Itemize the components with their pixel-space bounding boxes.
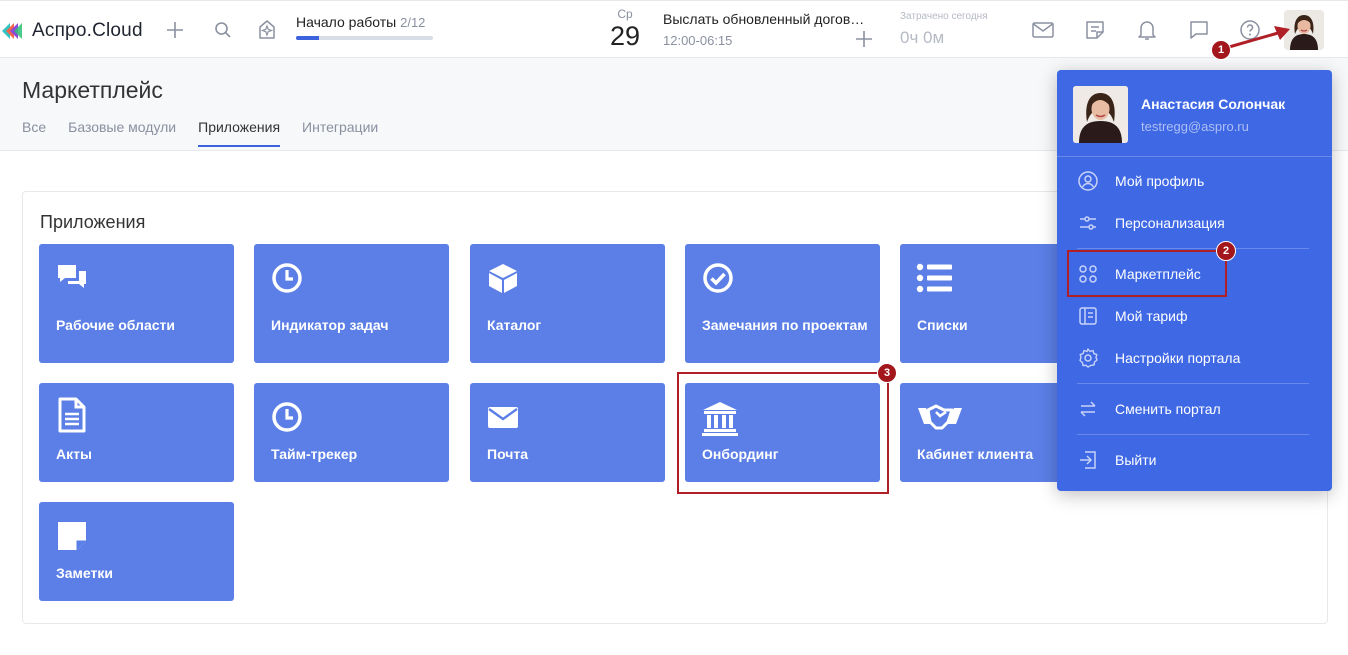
onboarding-progress [296, 36, 433, 40]
add-task-icon[interactable] [855, 29, 873, 53]
annotation-highlight-onboarding [677, 372, 889, 494]
logo-text: Аспро.Cloud [32, 20, 143, 41]
onboarding-progress-fill [296, 36, 320, 40]
clock-icon [270, 400, 304, 434]
menu-item-personalization[interactable]: Персонализация [1077, 210, 1317, 236]
logout-icon [1077, 449, 1099, 471]
tile-notes[interactable]: Заметки [39, 502, 234, 601]
tab-all[interactable]: Все [22, 119, 46, 147]
date-day: 29 [609, 21, 641, 51]
tile-label: Заметки [56, 565, 113, 581]
menu-item-switch-portal[interactable]: Сменить портал [1077, 396, 1317, 422]
dropdown-user-email: testregg@aspro.ru [1141, 119, 1249, 134]
onboarding-sparkle-icon[interactable] [254, 17, 280, 43]
add-icon[interactable] [162, 17, 188, 43]
dropdown-avatar [1073, 86, 1128, 143]
tab-applications[interactable]: Приложения [198, 119, 280, 147]
tile-lists[interactable]: Списки [900, 244, 1060, 363]
tile-label: Почта [487, 446, 529, 462]
chat-bubbles-icon [55, 261, 89, 295]
tabs: Все Базовые модули Приложения Интеграции [22, 119, 400, 147]
onboarding-title-row: Начало работы 2/12 [296, 14, 436, 30]
onboarding-widget[interactable]: Начало работы 2/12 [296, 14, 436, 40]
page-title: Маркетплейс [22, 77, 163, 103]
logo[interactable]: Аспро.Cloud [0, 19, 143, 43]
logo-icon [0, 19, 28, 43]
tile-acts[interactable]: Акты [39, 383, 234, 482]
menu-item-portal-settings[interactable]: Настройки портала [1077, 345, 1317, 371]
tile-client-cabinet[interactable]: Кабинет клиента [900, 383, 1060, 482]
envelope-icon [486, 400, 520, 434]
user-circle-icon [1077, 170, 1099, 192]
search-icon[interactable] [210, 17, 236, 43]
menu-item-logout[interactable]: Выйти [1077, 447, 1317, 473]
tile-time-tracker[interactable]: Тайм-трекер [254, 383, 449, 482]
task-time: 12:00-06:15 [663, 33, 733, 48]
tile-label: Индикатор задач [271, 317, 389, 333]
swap-icon [1077, 398, 1099, 420]
tile-project-remarks[interactable]: Замечания по проектам [685, 244, 880, 363]
top-bar: Аспро.Cloud Начало работы 2/12 Ср 29 Выс… [0, 0, 1348, 58]
dropdown-divider [1077, 434, 1309, 435]
time-spent-value: 0ч 0м [900, 28, 945, 47]
tile-label: Акты [56, 446, 92, 462]
cube-icon [486, 261, 520, 295]
annotation-badge-1: 1 [1211, 40, 1231, 60]
calendar-date[interactable]: Ср 29 [606, 7, 644, 52]
tile-workspaces[interactable]: Рабочие области [39, 244, 234, 363]
annotation-badge-2: 2 [1216, 241, 1236, 261]
menu-item-label: Выйти [1115, 452, 1157, 468]
time-spent-label: Затрачено сегодня [900, 11, 988, 22]
dropdown-divider [1077, 383, 1309, 384]
tariff-icon [1077, 305, 1099, 327]
sliders-icon [1077, 212, 1099, 234]
notes-icon[interactable] [1082, 17, 1108, 43]
bell-icon[interactable] [1134, 17, 1160, 43]
dropdown-divider [1077, 248, 1309, 249]
mail-icon[interactable] [1030, 17, 1056, 43]
tile-label: Каталог [487, 317, 542, 333]
note-icon [55, 519, 89, 553]
current-task[interactable]: Выслать обновленный догов… 12:00-06:15 [663, 11, 878, 48]
gear-icon [1077, 347, 1099, 369]
tile-catalog[interactable]: Каталог [470, 244, 665, 363]
tile-label: Рабочие области [56, 317, 175, 333]
menu-item-label: Мой профиль [1115, 173, 1205, 189]
menu-item-my-tariff[interactable]: Мой тариф [1077, 303, 1317, 329]
tab-base-modules[interactable]: Базовые модули [68, 119, 176, 147]
tile-task-indicator[interactable]: Индикатор задач [254, 244, 449, 363]
time-spent[interactable]: Затрачено сегодня 0ч 0м [900, 11, 988, 48]
task-title: Выслать обновленный догов… [663, 11, 865, 27]
menu-item-label: Мой тариф [1115, 308, 1188, 324]
tab-integrations[interactable]: Интеграции [302, 119, 378, 147]
document-icon [55, 397, 89, 433]
panel-title: Приложения [40, 212, 146, 232]
list-icon [916, 261, 952, 295]
onboarding-title: Начало работы [296, 14, 397, 30]
dropdown-user[interactable]: Анастасия Солончак testregg@aspro.ru [1073, 86, 1285, 143]
menu-item-label: Персонализация [1115, 215, 1225, 231]
onboarding-count: 2/12 [400, 15, 426, 30]
tile-label: Замечания по проектам [702, 317, 868, 333]
clock-icon [270, 261, 304, 295]
check-circle-icon [701, 261, 735, 295]
dropdown-user-name: Анастасия Солончак [1141, 96, 1286, 112]
annotation-highlight-marketplace [1067, 250, 1227, 297]
tile-label: Тайм-трекер [271, 446, 358, 462]
date-weekday: Ср [617, 7, 633, 21]
menu-item-label: Настройки портала [1115, 350, 1241, 366]
handshake-icon [916, 400, 962, 434]
menu-item-label: Сменить портал [1115, 401, 1221, 417]
dropdown-divider [1057, 156, 1332, 157]
tile-mail[interactable]: Почта [470, 383, 665, 482]
menu-item-my-profile[interactable]: Мой профиль [1077, 168, 1317, 194]
annotation-badge-3: 3 [877, 363, 897, 383]
